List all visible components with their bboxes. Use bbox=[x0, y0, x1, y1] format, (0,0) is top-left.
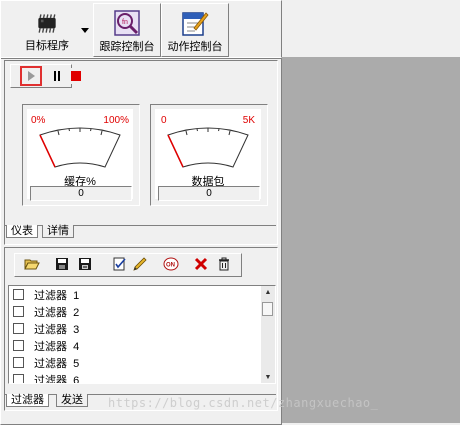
filter-rows: 过滤器 1 过滤器 2 过滤器 3 过滤器 4 过滤器 5 过滤器 6 bbox=[9, 286, 275, 384]
tab-filters[interactable]: 过滤器 bbox=[6, 394, 49, 407]
filter-list-scrollbar[interactable]: ▲ ▼ bbox=[261, 286, 275, 383]
play-icon bbox=[28, 71, 35, 81]
svg-text:fn: fn bbox=[122, 19, 128, 26]
packet-dial bbox=[167, 127, 249, 168]
filter-row-1[interactable]: 过滤器 1 bbox=[9, 286, 275, 303]
play-button[interactable] bbox=[20, 66, 42, 86]
watermark-text: https://blog.csdn.net/zhangxuechao_ bbox=[108, 396, 379, 410]
buffer-gauge-value: 0 bbox=[30, 186, 132, 201]
check-edit-button[interactable] bbox=[112, 256, 128, 272]
trash-icon bbox=[219, 257, 229, 271]
target-dropdown-arrow[interactable] bbox=[80, 25, 90, 37]
filter-row-6[interactable]: 过滤器 6 bbox=[9, 371, 275, 384]
packet-gauge: 0 5K 数据包 0 bbox=[150, 104, 268, 206]
action-console-button[interactable]: 动作控制台 bbox=[161, 3, 229, 57]
open-folder-button[interactable] bbox=[24, 256, 40, 272]
scroll-down-button[interactable]: ▼ bbox=[261, 371, 275, 383]
tab-send[interactable]: 发送 bbox=[56, 394, 88, 407]
save-as-icon bbox=[79, 258, 91, 270]
buffer-gauge-max: 100% bbox=[103, 115, 129, 126]
workspace-area bbox=[282, 57, 460, 423]
filter-checkbox-5[interactable] bbox=[13, 357, 24, 368]
svg-text:ON: ON bbox=[166, 263, 175, 269]
packet-gauge-min: 0 bbox=[161, 115, 167, 126]
trash-button[interactable] bbox=[216, 256, 232, 272]
filter-label-1: 过滤器 1 bbox=[34, 289, 80, 302]
filter-row-3[interactable]: 过滤器 3 bbox=[9, 320, 275, 337]
pause-icon bbox=[54, 71, 60, 81]
filter-row-5[interactable]: 过滤器 5 bbox=[9, 354, 275, 371]
open-folder-icon bbox=[24, 259, 40, 270]
filter-checkbox-1[interactable] bbox=[13, 289, 24, 300]
filter-checkbox-6[interactable] bbox=[13, 374, 24, 383]
scroll-up-button[interactable]: ▲ bbox=[261, 286, 275, 298]
stop-icon bbox=[71, 71, 81, 81]
filter-label-2: 过滤器 2 bbox=[34, 306, 80, 319]
action-console-icon bbox=[182, 12, 209, 36]
filter-row-4[interactable]: 过滤器 4 bbox=[9, 337, 275, 354]
toggle-on-button[interactable]: ON bbox=[163, 256, 179, 272]
on-off-icon: ON bbox=[163, 257, 179, 271]
target-program-button[interactable]: 目标程序 bbox=[12, 3, 82, 55]
chip-icon bbox=[38, 14, 56, 33]
pencil-button[interactable] bbox=[132, 256, 148, 272]
tab-meters[interactable]: 仪表 bbox=[6, 225, 38, 238]
delete-button[interactable] bbox=[193, 256, 209, 272]
trace-console-button[interactable]: fn 跟踪控制台 bbox=[93, 3, 161, 57]
filter-label-3: 过滤器 3 bbox=[34, 323, 80, 336]
save-as-button[interactable] bbox=[77, 256, 93, 272]
filter-label-4: 过滤器 4 bbox=[34, 340, 80, 353]
filter-label-5: 过滤器 5 bbox=[34, 357, 80, 370]
filter-checkbox-3[interactable] bbox=[13, 323, 24, 334]
buffer-dial bbox=[39, 127, 121, 168]
target-program-label: 目标程序 bbox=[25, 40, 69, 52]
filter-row-2[interactable]: 过滤器 2 bbox=[9, 303, 275, 320]
buffer-gauge: 0% 100% 缓存% 0 bbox=[22, 104, 140, 206]
filter-checkbox-2[interactable] bbox=[13, 306, 24, 317]
pencil-icon bbox=[133, 257, 147, 271]
trace-console-label: 跟踪控制台 bbox=[99, 41, 155, 53]
scroll-thumb[interactable] bbox=[262, 302, 273, 316]
chevron-down-icon bbox=[81, 28, 89, 33]
filter-label-6: 过滤器 6 bbox=[34, 374, 80, 384]
filter-checkbox-4[interactable] bbox=[13, 340, 24, 351]
save-icon bbox=[56, 258, 68, 270]
packet-gauge-max: 5K bbox=[242, 115, 255, 126]
tab-details[interactable]: 详情 bbox=[42, 225, 74, 238]
stop-button[interactable] bbox=[68, 68, 84, 84]
edit-check-icon bbox=[113, 257, 126, 271]
pause-button[interactable] bbox=[49, 68, 65, 84]
filter-list: 过滤器 1 过滤器 2 过滤器 3 过滤器 4 过滤器 5 过滤器 6 ▲ ▼ bbox=[8, 285, 276, 384]
trace-console-icon: fn bbox=[114, 10, 140, 36]
buffer-gauge-min: 0% bbox=[31, 115, 46, 126]
delete-x-icon bbox=[194, 257, 208, 271]
packet-gauge-value: 0 bbox=[158, 186, 260, 201]
save-button[interactable] bbox=[54, 256, 70, 272]
action-console-label: 动作控制台 bbox=[167, 41, 223, 53]
